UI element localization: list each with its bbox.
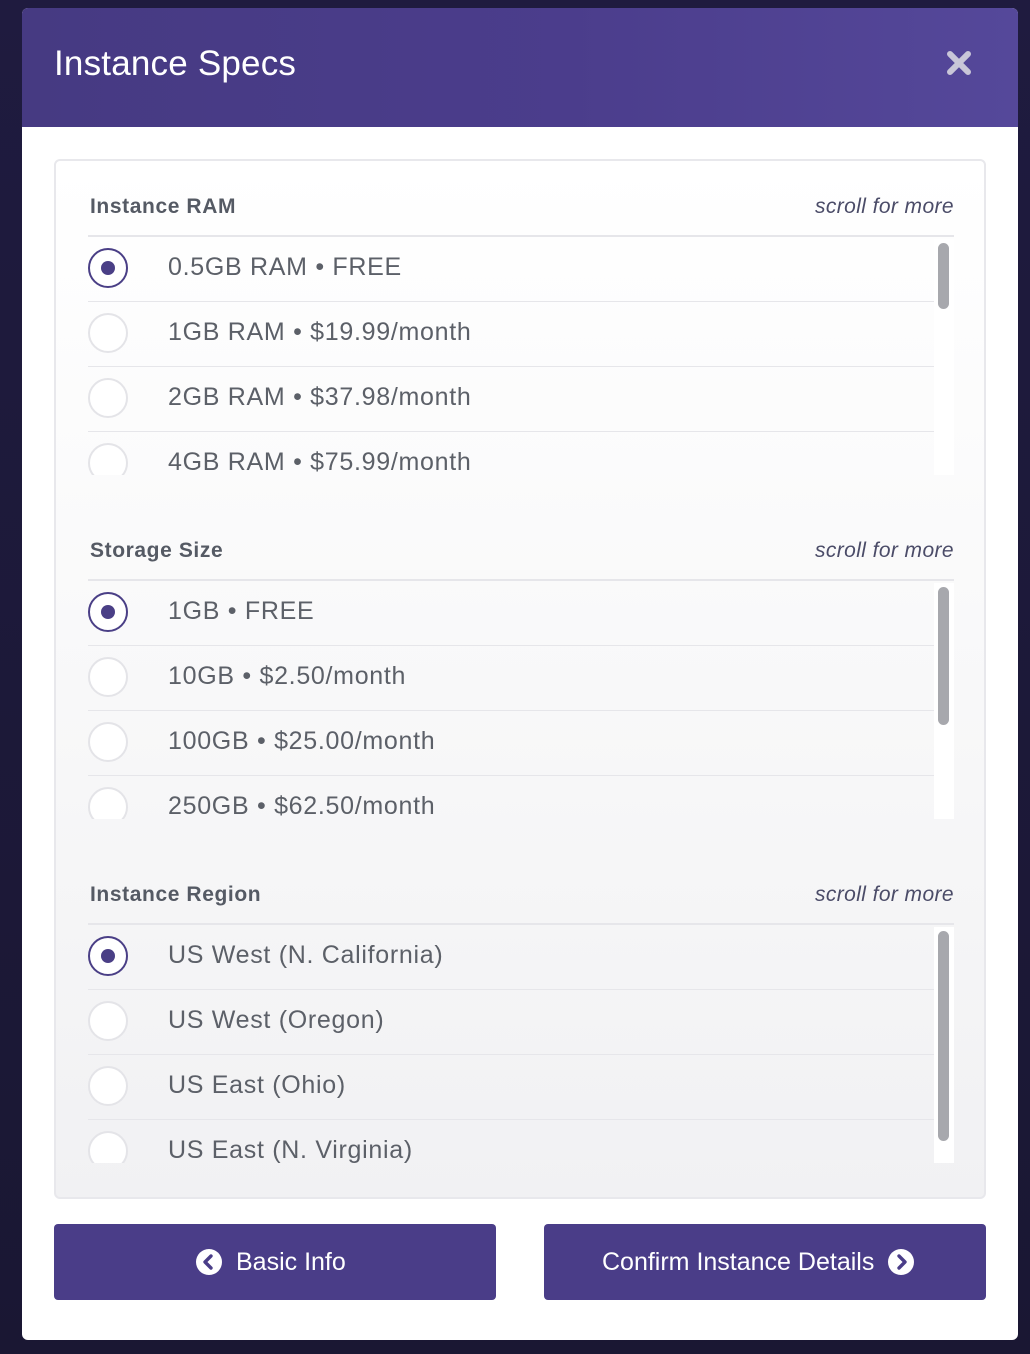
option-label: 0.5GB RAM • FREE	[168, 253, 402, 281]
chevron-left-circle-icon	[196, 1249, 222, 1275]
close-icon	[947, 51, 971, 75]
radio-button[interactable]	[88, 1066, 128, 1106]
scrollbar[interactable]	[934, 239, 954, 475]
scrollbar[interactable]	[934, 927, 954, 1163]
radio-button-selected[interactable]	[88, 936, 128, 976]
option-label: 100GB • $25.00/month	[168, 727, 436, 755]
option-row[interactable]: 10GB • $2.50/month	[88, 646, 934, 711]
back-button-label: Basic Info	[236, 1247, 346, 1276]
scroll-hint: scroll for more	[814, 539, 954, 562]
radio-button[interactable]	[88, 722, 128, 762]
scrollbar-thumb[interactable]	[938, 587, 949, 725]
option-label: US West (N. California)	[168, 941, 444, 969]
section-title: Storage Size	[90, 539, 224, 562]
scroll-hint: scroll for more	[814, 883, 954, 906]
confirm-button-label: Confirm Instance Details	[602, 1247, 875, 1276]
option-label: US East (Ohio)	[168, 1071, 346, 1099]
radio-button[interactable]	[88, 1001, 128, 1041]
scrollbar-thumb[interactable]	[938, 931, 949, 1141]
option-row[interactable]: 4GB RAM • $75.99/month	[88, 432, 934, 475]
modal-title: Instance Specs	[54, 44, 297, 83]
option-row[interactable]: 1GB RAM • $19.99/month	[88, 302, 934, 367]
option-row[interactable]: 0.5GB RAM • FREE	[88, 237, 934, 302]
radio-button-selected[interactable]	[88, 248, 128, 288]
option-row[interactable]: 2GB RAM • $37.98/month	[88, 367, 934, 432]
scrollbar-thumb[interactable]	[938, 243, 949, 309]
modal-header: Instance Specs	[22, 8, 1018, 127]
specs-panel: Instance RAM scroll for more 0.5GB RAM •…	[54, 159, 986, 1199]
option-row[interactable]: US East (Ohio)	[88, 1055, 934, 1120]
instance-specs-modal: Instance Specs Instance RAM scroll for m…	[22, 8, 1018, 1340]
radio-button-selected[interactable]	[88, 592, 128, 632]
option-label: 2GB RAM • $37.98/month	[168, 383, 472, 411]
option-label: 250GB • $62.50/month	[168, 792, 436, 819]
option-label: 1GB RAM • $19.99/month	[168, 318, 472, 346]
section-title: Instance RAM	[90, 195, 237, 218]
option-list[interactable]: US West (N. California) US West (Oregon)…	[88, 923, 954, 1163]
radio-button[interactable]	[88, 378, 128, 418]
close-button[interactable]	[944, 48, 974, 78]
option-row[interactable]: US West (Oregon)	[88, 990, 934, 1055]
option-list[interactable]: 0.5GB RAM • FREE 1GB RAM • $19.99/month …	[88, 235, 954, 475]
option-row[interactable]: 1GB • FREE	[88, 581, 934, 646]
radio-button[interactable]	[88, 787, 128, 819]
back-button[interactable]: Basic Info	[54, 1224, 496, 1300]
option-list[interactable]: 1GB • FREE 10GB • $2.50/month 100GB • $2…	[88, 579, 954, 819]
radio-button[interactable]	[88, 443, 128, 475]
option-row[interactable]: 250GB • $62.50/month	[88, 776, 934, 819]
option-label: US East (N. Virginia)	[168, 1136, 413, 1163]
scrollbar[interactable]	[934, 583, 954, 819]
section-title: Instance Region	[90, 883, 262, 906]
option-row[interactable]: 100GB • $25.00/month	[88, 711, 934, 776]
radio-button[interactable]	[88, 1131, 128, 1163]
scroll-hint: scroll for more	[814, 195, 954, 218]
option-label: US West (Oregon)	[168, 1006, 385, 1034]
radio-button[interactable]	[88, 657, 128, 697]
radio-button[interactable]	[88, 313, 128, 353]
option-row[interactable]: US East (N. Virginia)	[88, 1120, 934, 1163]
confirm-instance-details-button[interactable]: Confirm Instance Details	[544, 1224, 986, 1300]
option-label: 4GB RAM • $75.99/month	[168, 448, 472, 475]
option-row[interactable]: US West (N. California)	[88, 925, 934, 990]
chevron-right-circle-icon	[888, 1249, 915, 1275]
option-label: 10GB • $2.50/month	[168, 662, 407, 690]
option-label: 1GB • FREE	[168, 597, 315, 625]
